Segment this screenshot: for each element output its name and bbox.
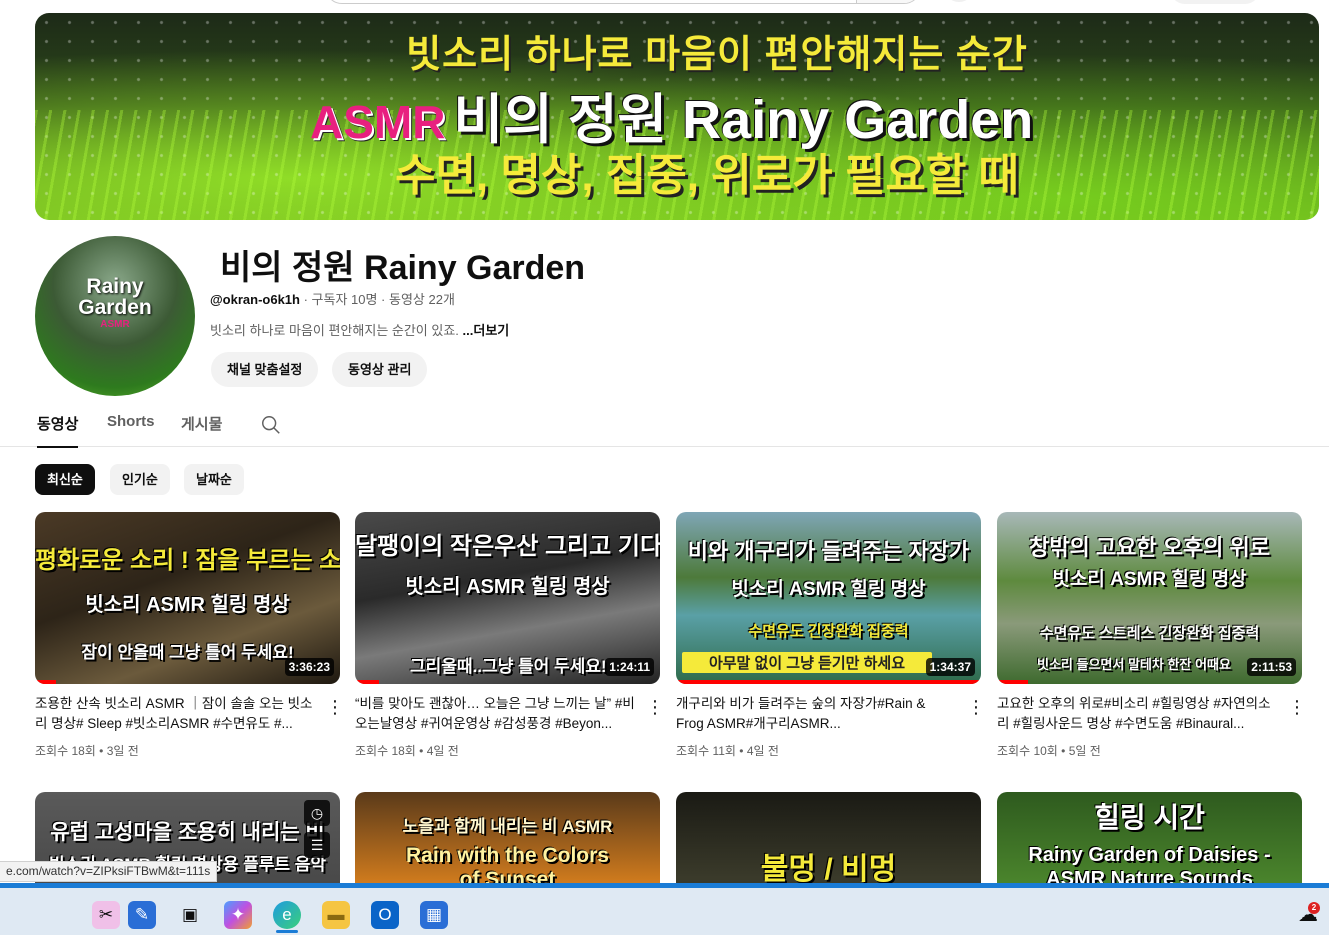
channel-avatar[interactable]: Rainy Garden ASMR [35,236,195,396]
watch-later-icon[interactable]: ◷ [304,800,330,826]
channel-banner: 빗소리 하나로 마음이 편안해지는 순간 ASMR 비의 정원 Rainy Gar… [35,13,1319,220]
channel-stats: · 구독자 10명 · 동영상 22개 [299,292,455,307]
manage-videos-button[interactable]: 동영상 관리 [332,352,428,387]
chip-date[interactable]: 날짜순 [184,464,244,495]
thumb-subtitle: 빗소리 ASMR 힐링 명상 [85,594,290,616]
video-thumbnail[interactable]: 달팽이의 작은우산 그리고 기다림 빗소리 ASMR 힐링 명상 그리울때..그… [355,512,660,684]
search-button[interactable] [856,0,920,3]
watch-progress [355,680,380,684]
avatar-line1: Rainy [86,275,144,298]
watch-progress [35,680,57,684]
duration-badge: 2:11:53 [1247,658,1296,676]
thumb-subtitle: Rainy Garden of Daisies - [1028,844,1271,866]
thumb-title: 불멍 / 비멍 [760,853,897,886]
thumb-subtitle: 빗소리 ASMR 힐링 명상 [731,579,926,600]
copilot-icon[interactable]: ✦ [224,901,252,929]
video-thumbnail[interactable]: 평화로운 소리 ! 잠을 부르는 소리 빗소리 ASMR 힐링 명상 잠이 안올… [35,512,340,684]
watch-progress [676,680,981,684]
more-link[interactable]: ...더보기 [459,323,510,338]
video-title[interactable]: 조용한 산속 빗소리 ASMR ｜잠이 솔솔 오는 빗소리 명상# Sleep … [35,694,315,734]
banner-tagline: 빗소리 하나로 마음이 편안해지는 순간 [406,34,1028,76]
outlook-icon[interactable]: O [371,901,399,929]
duration-badge: 3:36:23 [284,658,334,676]
video-meta: 조회수 11회 • 4일 전 [676,744,779,758]
more-actions-icon[interactable]: ⋮ [967,698,985,718]
thumb-caption: 수면유도 스트레스 긴장완화 집중력 [1039,625,1260,642]
search-icon[interactable] [260,414,282,436]
voice-search-button[interactable] [944,0,974,2]
chip-latest[interactable]: 최신순 [35,464,95,495]
video-thumbnail[interactable]: 창밖의 고요한 오후의 위로 빗소리 ASMR 힐링 명상 수면유도 스트레스 … [997,512,1302,684]
video-meta: 조회수 10회 • 5일 전 [997,744,1101,758]
thumb-subtitle: 빗소리 ASMR 힐링 명상 [1052,569,1247,590]
tab-shorts[interactable]: Shorts [107,413,155,442]
more-actions-icon[interactable]: ⋮ [646,698,664,718]
video-title[interactable]: “비를 맞아도 괜찮아… 오늘은 그냥 느끼는 날” #비오는날영상 #귀여운영… [355,694,635,734]
video-meta: 조회수 18회 • 3일 전 [35,744,139,758]
watch-progress [997,680,1028,684]
thumb-title: 창밖의 고요한 오후의 위로 [1029,535,1270,560]
channel-title: 비의 정원 Rainy Garden [220,249,586,287]
thumb-caption: 수면유도 긴장완화 집중력 [748,623,909,640]
windows-taskbar: ✂ ✎ ▣ ✦ e ▬ O ▦ ☁ [0,883,1329,935]
notification-badge: 2 [1308,902,1320,914]
file-explorer-icon[interactable]: ▬ [322,901,350,929]
banner-subtitle: 수면, 명상, 집중, 위로가 필요할 때 [394,151,1020,200]
microsoft-store-icon[interactable]: ▦ [420,901,448,929]
tab-posts[interactable]: 게시물 [181,413,222,446]
video-title[interactable]: 고요한 오후의 위로#비소리 #힐링영상 #자연의소리 #힐링사운드 명상 #수… [997,694,1277,734]
search-box[interactable] [325,0,921,4]
more-actions-icon[interactable]: ⋮ [326,698,344,718]
status-bar-url: e.com/watch?v=ZIPksiFTBwM&t=111s [0,861,218,882]
video-thumbnail[interactable]: 비와 개구리가 들려주는 자장가 빗소리 ASMR 힐링 명상 수면유도 긴장완… [676,512,981,684]
video-card[interactable]: 창밖의 고요한 오후의 위로 빗소리 ASMR 힐링 명상 수면유도 스트레스 … [997,512,1306,758]
video-card[interactable]: 평화로운 소리 ! 잠을 부르는 소리 빗소리 ASMR 힐링 명상 잠이 안올… [35,512,344,758]
channel-description[interactable]: 빗소리 하나로 마음이 편안해지는 순간이 있죠. ...더보기 [210,320,509,339]
thumb-caption-2: 아무말 없이 그냥 듣기만 하세요 [682,652,932,673]
task-view-icon[interactable]: ▣ [176,901,204,929]
duration-badge: 1:34:37 [925,658,975,676]
snipping-tool-icon[interactable]: ✂ [92,901,120,929]
thumb-title: 달팽이의 작은우산 그리고 기다림 [355,533,660,560]
youtube-channel-page: 빗소리 하나로 마음이 편안해지는 순간 ASMR 비의 정원 Rainy Gar… [0,0,1329,935]
create-button[interactable] [1170,0,1260,4]
thumb-title: 유럽 고성마을 조용히 내리는 비 [50,821,325,844]
customize-channel-button[interactable]: 채널 맞춤설정 [211,352,319,387]
more-actions-icon[interactable]: ⋮ [1288,698,1306,718]
active-app-indicator [276,930,298,933]
hover-actions: ◷ ☰ [304,800,330,864]
tab-videos[interactable]: 동영상 [37,413,79,448]
pen-app-icon[interactable]: ✎ [128,901,156,929]
avatar-line2: Garden [78,296,152,319]
thumb-subtitle: 빗소리 ASMR 힐링 명상 [405,576,610,598]
video-meta: 조회수 18회 • 4일 전 [355,744,459,758]
thumb-subtitle: Rain with the Colors [405,844,609,867]
channel-tabs: 동영상 Shorts 게시물 [0,405,1329,448]
channel-meta: @okran-o6k1h · 구독자 10명 · 동영상 22개 [210,289,455,308]
thumb-title: 힐링 시간 [1094,802,1205,833]
description-text: 빗소리 하나로 마음이 편안해지는 순간이 있죠. [210,323,459,338]
video-card[interactable]: 달팽이의 작은우산 그리고 기다림 빗소리 ASMR 힐링 명상 그리울때..그… [355,512,664,758]
thumb-title: 노을과 함께 내리는 비 ASMR [402,817,613,836]
video-card[interactable]: 비와 개구리가 들려주는 자장가 빗소리 ASMR 힐링 명상 수면유도 긴장완… [676,512,985,758]
add-to-queue-icon[interactable]: ☰ [304,832,330,858]
thumb-title: 비와 개구리가 들려주는 자장가 [687,539,970,564]
channel-handle: @okran-o6k1h [210,292,300,307]
chip-popular[interactable]: 인기순 [110,464,170,495]
video-title[interactable]: 개구리와 비가 들려주는 숲의 자장가#Rain & Frog ASMR#개구리… [676,694,956,734]
thumb-title: 평화로운 소리 ! 잠을 부르는 소리 [35,547,340,574]
avatar-line3: ASMR [100,319,130,330]
edge-icon[interactable]: e [273,901,301,929]
duration-badge: 1:24:11 [605,658,654,676]
